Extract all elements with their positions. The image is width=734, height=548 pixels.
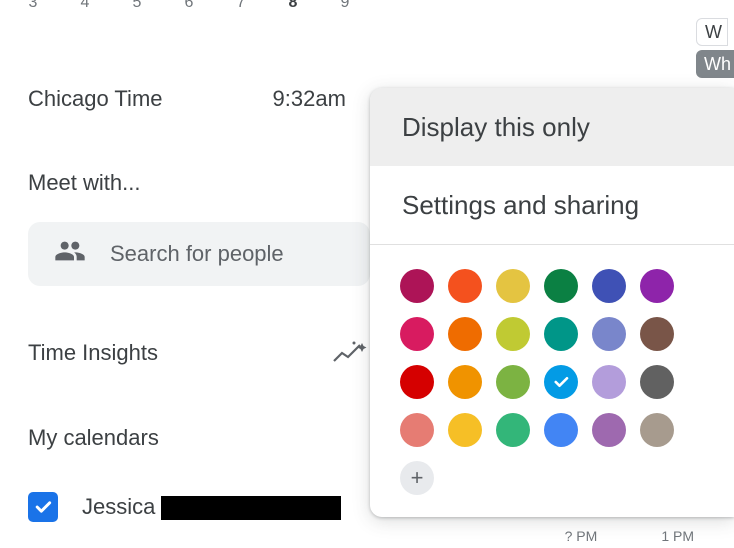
color-swatch[interactable] xyxy=(400,365,434,399)
color-swatch[interactable] xyxy=(544,269,578,303)
search-people-input[interactable]: Search for people xyxy=(28,222,370,286)
event-chip[interactable]: W xyxy=(696,18,728,46)
color-swatch[interactable] xyxy=(592,269,626,303)
color-swatch[interactable] xyxy=(400,317,434,351)
color-swatch[interactable] xyxy=(496,413,530,447)
people-icon xyxy=(54,235,86,273)
color-swatch[interactable] xyxy=(640,365,674,399)
color-swatch[interactable] xyxy=(400,269,434,303)
mini-calendar-day[interactable]: 8 xyxy=(286,0,300,12)
color-swatch[interactable] xyxy=(448,413,482,447)
color-swatch[interactable] xyxy=(544,317,578,351)
calendar-item[interactable]: Jessica xyxy=(28,492,341,522)
color-swatch[interactable] xyxy=(448,317,482,351)
calendar-checkbox[interactable] xyxy=(28,492,58,522)
color-swatch[interactable] xyxy=(592,413,626,447)
color-swatch[interactable] xyxy=(496,365,530,399)
color-swatch[interactable] xyxy=(544,413,578,447)
color-swatch[interactable] xyxy=(448,269,482,303)
color-swatch[interactable] xyxy=(640,317,674,351)
color-swatch[interactable] xyxy=(496,317,530,351)
mini-calendar-day[interactable]: 3 xyxy=(26,0,40,12)
time-insights-header[interactable]: Time Insights xyxy=(28,340,368,366)
mini-calendar-day[interactable]: 6 xyxy=(182,0,196,12)
meet-with-header[interactable]: Meet with... xyxy=(28,170,140,196)
calendar-owner-name: Jessica xyxy=(82,494,341,520)
mini-calendar-days: 3 4 5 6 7 8 9 xyxy=(26,0,352,12)
color-swatch[interactable] xyxy=(592,365,626,399)
mini-calendar-day[interactable]: 5 xyxy=(130,0,144,12)
my-calendars-header[interactable]: My calendars xyxy=(28,425,159,451)
mini-calendar-day[interactable]: 7 xyxy=(234,0,248,12)
calendar-context-menu: Display this only Settings and sharing + xyxy=(370,88,734,517)
color-swatch[interactable] xyxy=(544,365,578,399)
timezone-value: 9:32am xyxy=(273,86,346,112)
add-color-button[interactable]: + xyxy=(400,461,434,495)
search-people-placeholder: Search for people xyxy=(110,241,284,267)
mini-calendar-day[interactable]: 4 xyxy=(78,0,92,12)
color-swatch[interactable] xyxy=(592,317,626,351)
color-swatch[interactable] xyxy=(400,413,434,447)
timezone-label: Chicago Time xyxy=(28,86,163,112)
color-swatch[interactable] xyxy=(640,269,674,303)
color-swatch[interactable] xyxy=(496,269,530,303)
grid-time-labels: ? PM 1 PM xyxy=(565,528,694,544)
mini-calendar-day[interactable]: 9 xyxy=(338,0,352,12)
color-swatch[interactable] xyxy=(640,413,674,447)
sparkle-icon xyxy=(332,341,368,365)
settings-and-sharing-item[interactable]: Settings and sharing xyxy=(370,166,734,244)
color-swatch[interactable] xyxy=(448,365,482,399)
color-swatch-grid: + xyxy=(370,245,734,499)
event-chip[interactable]: Wh xyxy=(696,50,734,78)
redacted-lastname xyxy=(161,496,341,520)
display-this-only-item[interactable]: Display this only xyxy=(370,88,734,166)
time-insights-label: Time Insights xyxy=(28,340,158,366)
